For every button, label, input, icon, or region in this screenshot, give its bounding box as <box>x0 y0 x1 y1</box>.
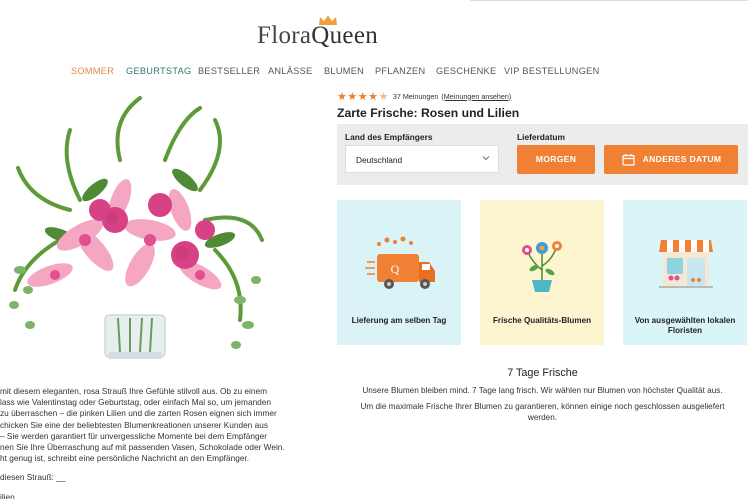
tomorrow-button[interactable]: MORGEN <box>517 145 595 174</box>
freshness-text-2: Um die maximale Frische Ihrer Blumen zu … <box>360 402 725 411</box>
nav-blumen[interactable]: BLUMEN <box>324 66 364 76</box>
other-date-button[interactable]: ANDERES DATUM <box>604 145 738 174</box>
description-line: lass wie Valentinstag oder Geburtstag, o… <box>0 397 272 408</box>
top-divider <box>470 0 748 1</box>
feature-local-florists: Von ausgewählten lokalen Floristen <box>623 200 747 345</box>
product-title: Zarte Frische: Rosen und Lilien <box>337 106 520 120</box>
feature-fresh-quality: Frische Qualitäts-Blumen <box>480 200 604 345</box>
chevron-down-icon <box>482 156 490 161</box>
other-date-label: ANDERES DATUM <box>642 154 722 164</box>
delivery-truck-icon: Q <box>365 236 435 289</box>
description-last-line: ilien <box>0 491 15 499</box>
country-label: Land des Empfängers <box>345 132 433 142</box>
description-line: mit diesem eleganten, rosa Strauß Ihre G… <box>0 386 268 396</box>
rating-stars: ★★★★★ <box>337 90 389 103</box>
description-line: ht genug ist, schreibt eine persönliche … <box>0 453 250 464</box>
freshness-title: 7 Tage Frische <box>507 367 578 379</box>
country-value: Deutschland <box>356 155 403 165</box>
delivery-date-label: Lieferdatum <box>517 132 565 142</box>
logo-text-flora: Flora <box>257 22 312 49</box>
description-line: – Sie werden garantiert für unvergesslic… <box>0 430 268 441</box>
freshness-text-3: werden. <box>527 413 558 422</box>
description-line: zu überraschen – die pinken Lilien und d… <box>0 408 277 419</box>
svg-text:Q: Q <box>391 262 400 276</box>
nav-pflanzen[interactable]: PFLANZEN <box>375 66 425 76</box>
flower-pot-icon <box>522 241 562 292</box>
description-line: nen Sie Ihre Überraschung auf mit passen… <box>0 442 285 453</box>
reviews-count: 37 Meinungen <box>392 91 439 101</box>
rating-row: ★★★★★ 37 Meinungen (Meinungen ansehen) <box>337 90 511 103</box>
feature-caption: Lieferung am selben Tag <box>351 316 447 325</box>
nav-anlaesse[interactable]: ANLÄSSE <box>268 66 313 76</box>
feature-caption: Frische Qualitäts-Blumen <box>492 316 592 325</box>
feature-caption: Von ausgewählten lokalen Floristen <box>634 316 736 335</box>
freshness-text-1: Unsere Blumen bleiben mind. 7 Tage lang … <box>362 386 723 395</box>
delivery-form: Land des Empfängers Deutschland Lieferda… <box>337 124 748 185</box>
logo-text-queen: Queen <box>311 22 379 49</box>
feature-same-day: Q Lieferung am selben Tag <box>337 200 461 345</box>
nav-geburtstag[interactable]: GEBURTSTAG <box>126 66 191 76</box>
bouquet-line: diesen Strauß: __ <box>0 472 66 483</box>
country-select[interactable]: Deutschland <box>345 145 499 173</box>
product-description: mit diesem eleganten, rosa Strauß Ihre G… <box>0 386 300 499</box>
nav-vip-bestellungen[interactable]: VIP BESTELLUNGEN <box>504 66 600 76</box>
description-line: chicken Sie eine der beliebtesten Blumen… <box>0 419 268 430</box>
nav-sommer[interactable]: SOMMER <box>71 66 114 76</box>
main-nav: SOMMER GEBURTSTAG BESTSELLER ANLÄSSE BLU… <box>0 66 748 80</box>
flower-shop-icon <box>659 240 713 288</box>
nav-bestseller[interactable]: BESTSELLER <box>198 66 260 76</box>
nav-geschenke[interactable]: GESCHENKE <box>436 66 496 76</box>
floraqueen-logo[interactable]: FloraQueen <box>257 22 378 50</box>
bouquet-photo <box>9 96 264 359</box>
reviews-link[interactable]: (Meinungen ansehen) <box>441 92 511 101</box>
calendar-icon <box>622 154 635 166</box>
